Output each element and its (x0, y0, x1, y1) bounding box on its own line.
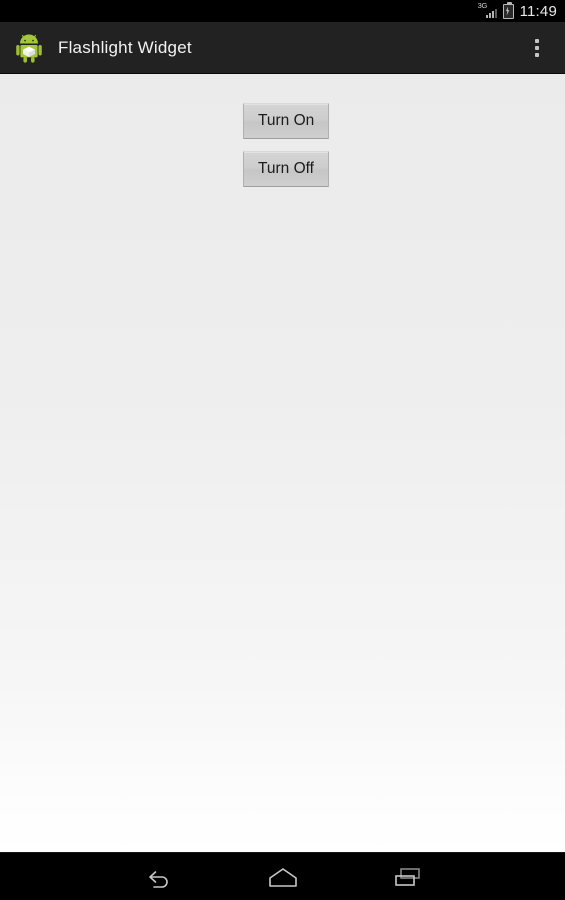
back-arrow-icon[interactable] (95, 853, 220, 900)
turn-on-button[interactable]: Turn On (243, 103, 330, 139)
signal-bars-glyph (485, 9, 497, 18)
status-bar-icons: 3G 11:49 (477, 1, 557, 20)
overflow-menu-icon[interactable] (519, 26, 555, 70)
turn-off-button[interactable]: Turn Off (243, 151, 329, 187)
battery-charging-icon (502, 1, 514, 19)
signal-bars-icon: 3G (477, 1, 497, 19)
status-bar-clock: 11:49 (519, 2, 557, 20)
android-robot-icon (13, 32, 45, 64)
android-device-screen: 3G 11:49 Flashlight Widget Turn On Turn … (0, 0, 565, 900)
navigation-bar (0, 852, 565, 900)
network-type-label: 3G (477, 1, 488, 10)
button-column: Turn On Turn Off (0, 103, 565, 187)
recent-apps-icon[interactable] (345, 853, 470, 900)
status-bar: 3G 11:49 (0, 0, 565, 22)
action-bar: Flashlight Widget (0, 22, 565, 74)
page-title: Flashlight Widget (58, 37, 192, 57)
main-content: Turn On Turn Off (0, 74, 565, 852)
home-icon[interactable] (220, 853, 345, 900)
